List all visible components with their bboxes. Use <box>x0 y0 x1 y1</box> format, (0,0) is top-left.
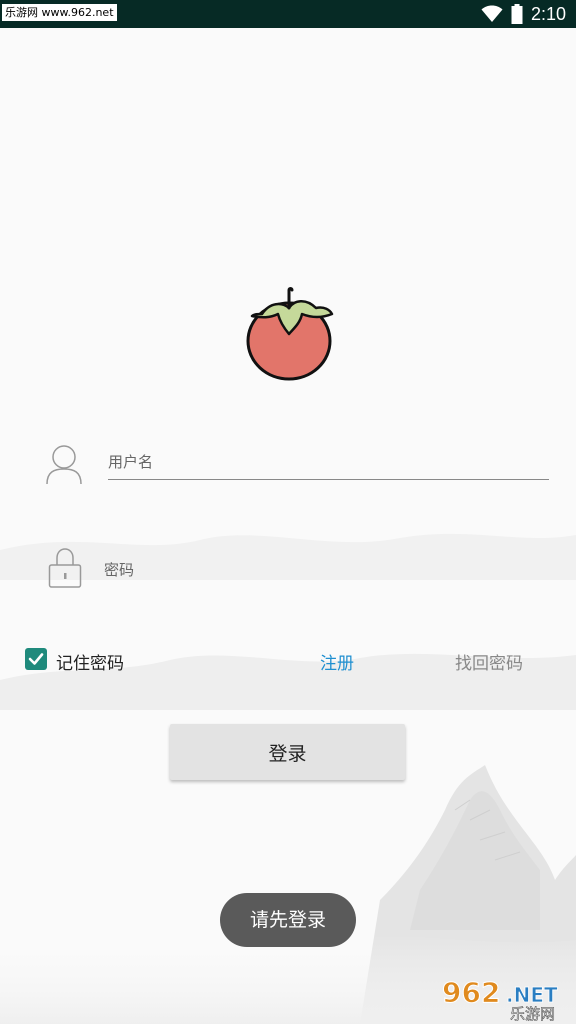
remember-label[interactable]: 记住密码 <box>56 649 124 674</box>
watermark-brand: 乐游网 <box>510 1005 555 1022</box>
register-link[interactable]: 注册 <box>320 649 354 674</box>
tomato-logo <box>246 287 334 381</box>
status-watermark: 乐游网 www.962.net <box>2 4 117 21</box>
check-icon <box>28 653 44 665</box>
forgot-password-link[interactable]: 找回密码 <box>455 649 523 674</box>
watermark-number: 962 <box>442 976 500 1009</box>
watermark-suffix: .NET <box>506 983 558 1007</box>
password-input[interactable] <box>104 549 545 587</box>
user-icon <box>46 445 82 485</box>
remember-checkbox[interactable] <box>25 648 47 670</box>
username-row: 用户名 <box>0 440 576 485</box>
password-row: 密码 <box>0 545 576 589</box>
toast-message: 请先登录 <box>220 893 356 947</box>
status-bar: 乐游网 www.962.net 2:10 <box>0 0 576 28</box>
login-button[interactable]: 登录 <box>170 724 405 780</box>
lock-icon <box>48 548 82 588</box>
username-input[interactable] <box>108 442 549 480</box>
corner-watermark: 962 .NET 乐游网 <box>442 976 559 1023</box>
wifi-icon <box>481 5 503 22</box>
status-icons: 2:10 <box>481 2 566 26</box>
options-row: 记住密码 注册 找回密码 <box>0 644 576 676</box>
status-time: 2:10 <box>530 3 566 24</box>
battery-icon <box>511 4 523 24</box>
